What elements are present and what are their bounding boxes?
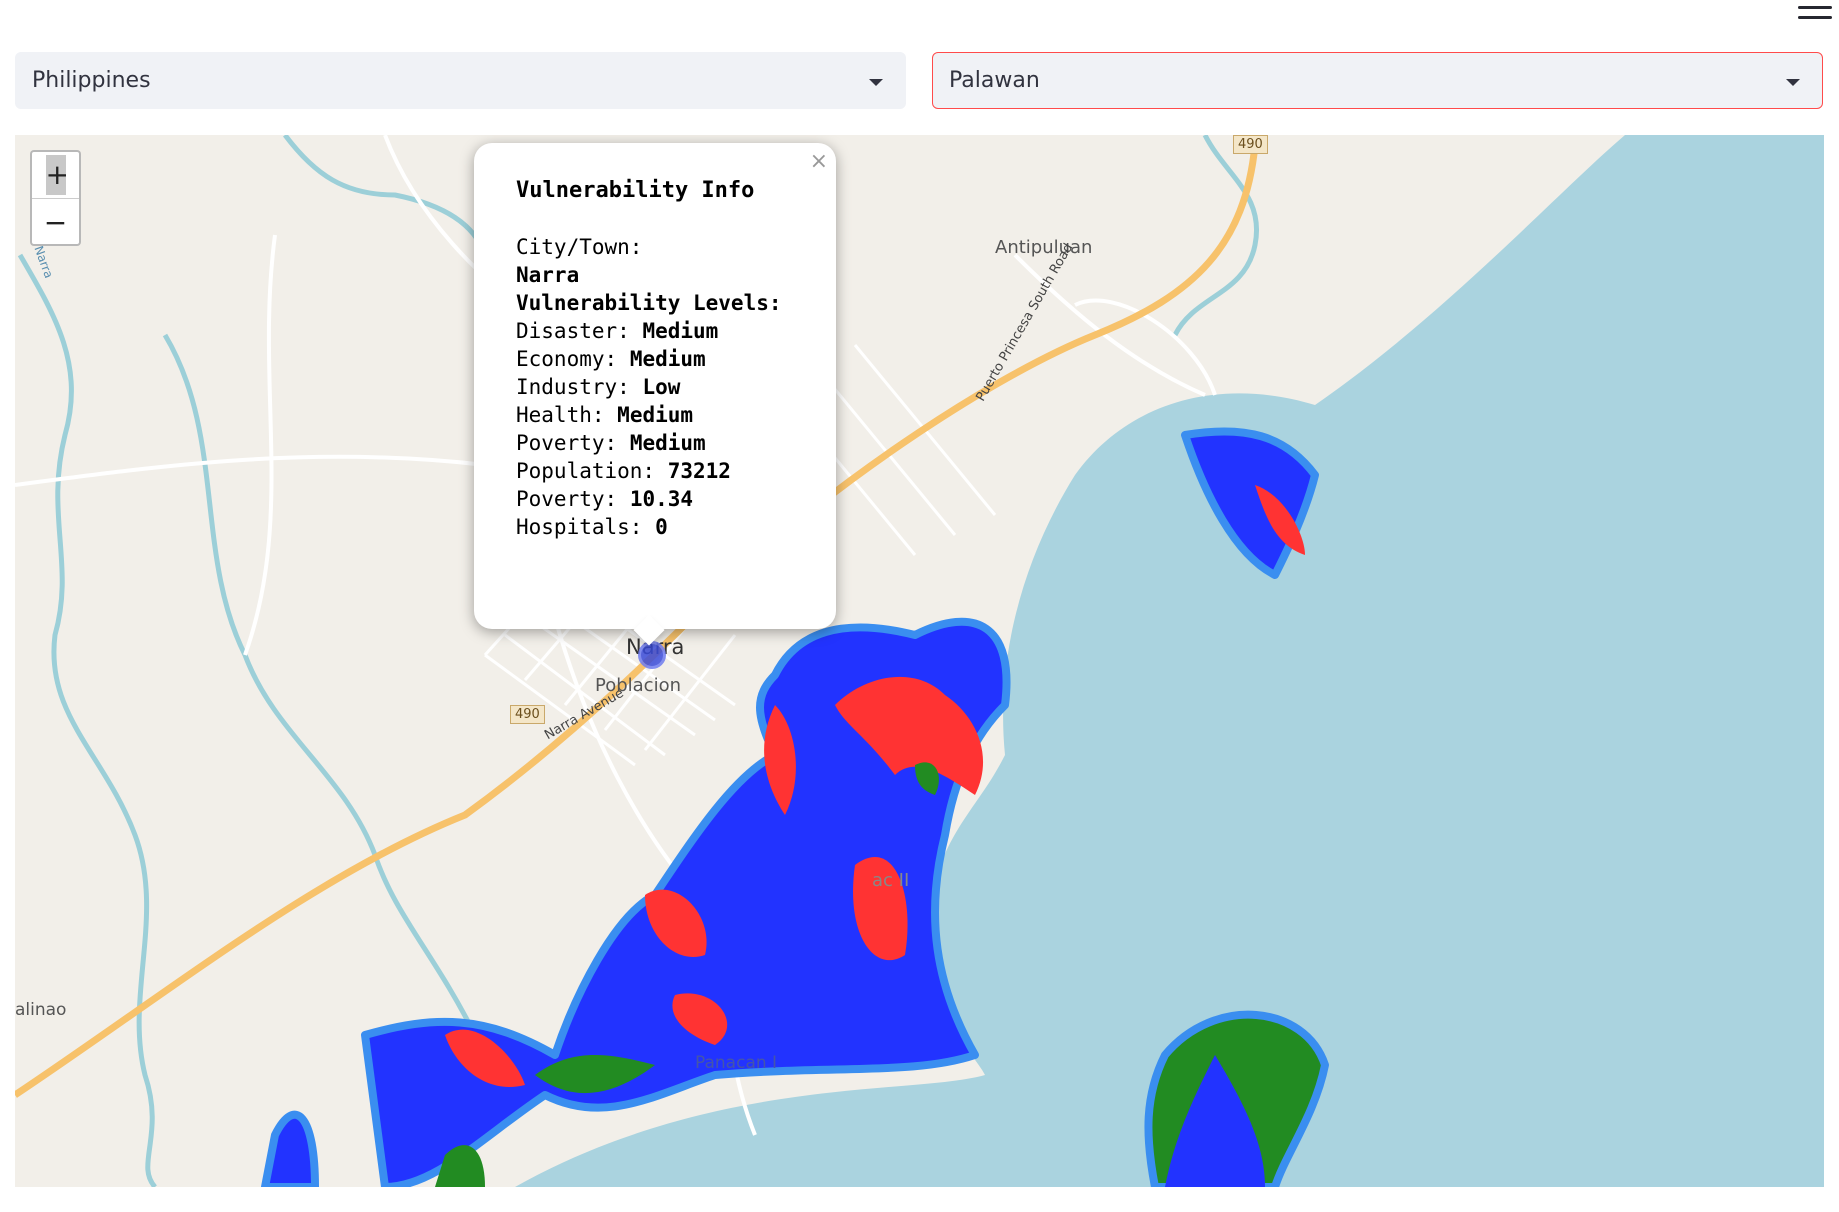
zoom-out-button[interactable]: −: [32, 199, 79, 244]
location-marker[interactable]: [638, 641, 666, 669]
map-base-layer: [15, 135, 1824, 1187]
close-icon[interactable]: ×: [810, 149, 828, 174]
chevron-down-icon: [1786, 79, 1800, 86]
map-label-alinao: alinao: [15, 1000, 67, 1020]
popup-row-label: Economy:: [516, 347, 618, 371]
country-select[interactable]: Philippines: [15, 52, 906, 109]
map-label-panacan-ii: ac II: [872, 870, 910, 891]
hamburger-icon[interactable]: [1798, 6, 1832, 28]
zoom-in-button[interactable]: +: [32, 152, 79, 199]
popup-row-label: Poverty:: [516, 487, 618, 511]
chevron-down-icon: [869, 79, 883, 86]
city-label: City/Town:: [516, 235, 643, 259]
popup-row-value: 10.34: [629, 487, 694, 511]
popup-row: Poverty: Medium: [516, 429, 782, 457]
popup-row: Disaster: Medium: [516, 317, 782, 345]
popup-row-label: Health:: [516, 403, 605, 427]
country-select-value: Philippines: [32, 68, 151, 93]
popup-rows: Disaster: Medium Economy: Medium Industry:…: [516, 317, 782, 541]
popup-row-value: Medium: [617, 403, 694, 427]
popup-row-value: 0: [655, 515, 668, 539]
province-select-value: Palawan: [949, 68, 1040, 93]
popup-row: Population: 73212: [516, 457, 782, 485]
popup-row-value: Medium: [629, 347, 706, 371]
route-shield-top: 490: [1233, 135, 1268, 154]
popup-title: Vulnerability Info: [516, 178, 755, 203]
popup-row-label: Hospitals:: [516, 515, 643, 539]
popup-row-label: Poverty:: [516, 431, 618, 455]
map-label-panacan: Panacan I: [695, 1053, 778, 1073]
route-shield-bottom: 490: [510, 705, 545, 724]
popup-row: Industry: Low: [516, 373, 782, 401]
city-value: Narra: [516, 263, 580, 287]
vulnerability-map[interactable]: + − Narra Poblacion Antipuluan Narra Ave…: [15, 135, 1824, 1187]
popup-row: Hospitals: 0: [516, 513, 782, 541]
popup-row-label: Disaster:: [516, 319, 630, 343]
vulnerability-popup: × Vulnerability Info City/Town: Narra Vu…: [474, 143, 836, 629]
map-label-antipuluan: Antipuluan: [995, 237, 1093, 258]
zoom-control: + −: [30, 150, 81, 246]
popup-row-label: Population:: [516, 459, 656, 483]
popup-row-value: Medium: [642, 319, 719, 343]
popup-row-value: Low: [642, 375, 681, 399]
popup-row: Economy: Medium: [516, 345, 782, 373]
popup-row-label: Industry:: [516, 375, 630, 399]
province-select[interactable]: Palawan: [932, 52, 1823, 109]
levels-label: Vulnerability Levels:: [516, 291, 782, 315]
popup-row-value: Medium: [629, 431, 706, 455]
popup-row: Poverty: 10.34: [516, 485, 782, 513]
popup-row-value: 73212: [667, 459, 731, 483]
popup-row: Health: Medium: [516, 401, 782, 429]
